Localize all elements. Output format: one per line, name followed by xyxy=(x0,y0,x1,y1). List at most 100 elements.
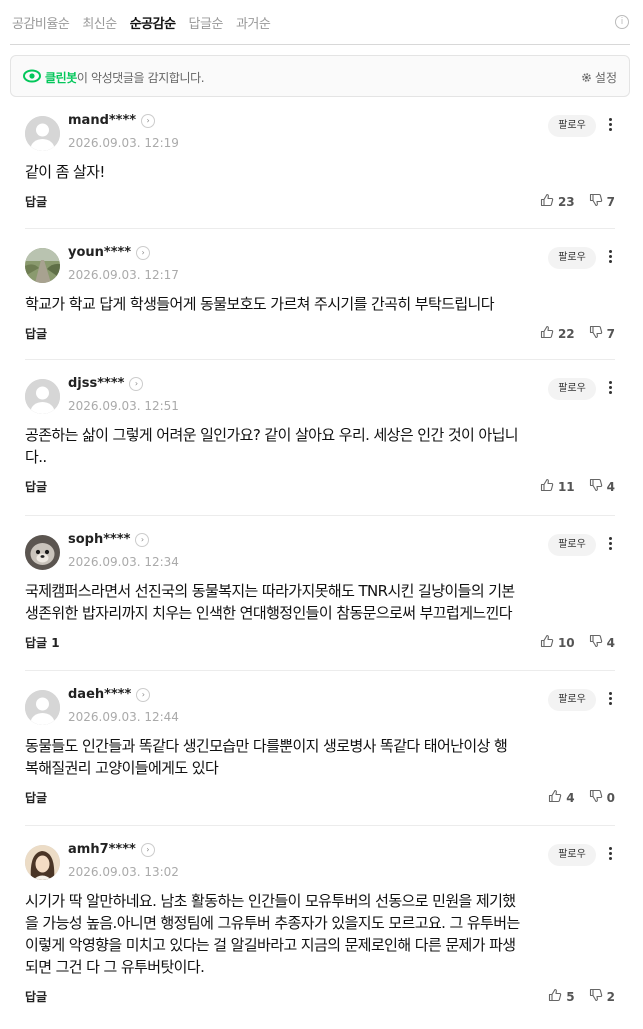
thumbs-down-icon xyxy=(589,325,603,342)
comment-date: 2026.09.03. 12:44 xyxy=(68,710,179,724)
thumbs-up-icon xyxy=(540,325,554,342)
reply-button[interactable]: 답글 xyxy=(25,325,47,342)
avatar[interactable] xyxy=(25,535,60,570)
dislike-count: 4 xyxy=(606,479,615,494)
sort-tab-oldest[interactable]: 과거순 xyxy=(236,13,271,32)
follow-button[interactable]: 팔로우 xyxy=(548,378,596,400)
dislike-button[interactable]: 2 xyxy=(589,988,615,1005)
username-text: soph**** xyxy=(68,532,131,547)
reply-button[interactable]: 답글 xyxy=(25,478,47,495)
like-button[interactable]: 4 xyxy=(548,789,575,806)
cleanbot-message: 클린봇이 악성댓글을 감지합니다. xyxy=(45,69,205,86)
vote-group: 10 4 xyxy=(540,634,615,651)
more-options-icon[interactable] xyxy=(603,535,617,553)
avatar[interactable] xyxy=(25,845,60,880)
avatar[interactable] xyxy=(25,248,60,283)
cleanbot-settings-button[interactable]: 설정 xyxy=(581,69,617,86)
gear-icon xyxy=(582,73,591,82)
chevron-right-icon[interactable]: › xyxy=(135,533,150,547)
comment-body: 동물들도 인간들과 똑같다 생긴모습만 다를뿐이지 생로병사 똑같다 태어난이상… xyxy=(25,737,508,777)
reply-button[interactable]: 답글 xyxy=(25,789,47,806)
dislike-count: 7 xyxy=(606,326,615,341)
avatar-default-icon xyxy=(25,116,60,151)
avatar[interactable] xyxy=(25,379,60,414)
comment-date: 2026.09.03. 12:19 xyxy=(68,136,179,150)
comment-username[interactable]: mand**** › xyxy=(68,113,156,128)
comment-divider xyxy=(25,359,615,360)
follow-button[interactable]: 팔로우 xyxy=(548,844,596,866)
comment-divider xyxy=(25,825,615,826)
chevron-right-icon[interactable]: › xyxy=(136,688,151,702)
follow-button[interactable]: 팔로우 xyxy=(548,115,596,137)
comment-body: 같이 좀 살자! xyxy=(25,163,105,181)
username-text: djss**** xyxy=(68,376,125,391)
comment-body: 학교가 학교 답게 학생들어게 동물보호도 가르쳐 주시기를 간곡히 부탁드립니… xyxy=(25,295,495,313)
dislike-button[interactable]: 4 xyxy=(589,478,615,495)
like-button[interactable]: 5 xyxy=(548,988,575,1005)
reply-button[interactable]: 답글 xyxy=(25,988,47,1005)
more-options-icon[interactable] xyxy=(603,845,617,863)
chevron-right-icon[interactable]: › xyxy=(140,843,155,857)
comment-date: 2026.09.03. 12:51 xyxy=(68,399,179,413)
avatar-default-icon xyxy=(25,379,60,414)
like-count: 4 xyxy=(566,790,575,805)
more-options-icon[interactable] xyxy=(603,116,617,134)
comment-username[interactable]: soph**** › xyxy=(68,532,150,547)
sort-tab-empathy-ratio[interactable]: 공감비율순 xyxy=(12,13,70,32)
comment-username[interactable]: daeh**** › xyxy=(68,687,151,702)
username-text: amh7**** xyxy=(68,842,136,857)
like-count: 10 xyxy=(557,635,575,650)
dislike-button[interactable]: 0 xyxy=(589,789,615,806)
dislike-button[interactable]: 7 xyxy=(589,325,615,342)
reply-button[interactable]: 답글 1 xyxy=(25,634,60,651)
follow-button[interactable]: 팔로우 xyxy=(548,534,596,556)
comment-username[interactable]: djss**** › xyxy=(68,376,144,391)
thumbs-up-icon xyxy=(548,988,562,1005)
like-count: 11 xyxy=(557,479,575,494)
comment-divider xyxy=(25,228,615,229)
comment-divider xyxy=(25,515,615,516)
chevron-right-icon[interactable]: › xyxy=(136,246,151,260)
avatar-photo-person-icon xyxy=(25,845,60,880)
dislike-button[interactable]: 4 xyxy=(589,634,615,651)
follow-button[interactable]: 팔로우 xyxy=(548,247,596,269)
chevron-right-icon[interactable]: › xyxy=(141,114,156,128)
sort-tab-net-empathy[interactable]: 순공감순 xyxy=(130,13,176,32)
dislike-count: 7 xyxy=(606,194,615,209)
dislike-button[interactable]: 7 xyxy=(589,193,615,210)
sort-tab-replies[interactable]: 답글순 xyxy=(189,13,224,32)
avatar[interactable] xyxy=(25,690,60,725)
dislike-count: 2 xyxy=(606,989,615,1004)
vote-group: 22 7 xyxy=(540,325,615,342)
thumbs-down-icon xyxy=(589,789,603,806)
like-button[interactable]: 10 xyxy=(540,634,575,651)
like-button[interactable]: 22 xyxy=(540,325,575,342)
cleanbot-brand: 클린봇 xyxy=(45,71,77,85)
info-icon[interactable]: i xyxy=(615,15,629,29)
follow-button[interactable]: 팔로우 xyxy=(548,689,596,711)
cleanbot-message-text: 이 악성댓글을 감지합니다. xyxy=(76,71,205,85)
cleanbot-eye-icon xyxy=(23,69,41,83)
more-options-icon[interactable] xyxy=(603,379,617,397)
comment-date: 2026.09.03. 12:17 xyxy=(68,268,179,282)
thumbs-down-icon xyxy=(589,478,603,495)
comment-username[interactable]: amh7**** › xyxy=(68,842,155,857)
comment-divider xyxy=(25,670,615,671)
cleanbot-settings-label: 설정 xyxy=(594,71,617,85)
username-text: daeh**** xyxy=(68,687,132,702)
vote-group: 23 7 xyxy=(540,193,615,210)
more-options-icon[interactable] xyxy=(603,690,617,708)
chevron-right-icon[interactable]: › xyxy=(129,377,144,391)
comment-body: 공존하는 삶이 그렇게 어려운 일인가요? 같이 살아요 우리. 세상은 인간 … xyxy=(25,426,519,466)
comment-body: 국제캠퍼스라면서 선진국의 동물복지는 따라가지못해도 TNR시킨 길냥이들의 … xyxy=(25,582,515,622)
thumbs-up-icon xyxy=(548,789,562,806)
avatar[interactable] xyxy=(25,116,60,151)
like-button[interactable]: 23 xyxy=(540,193,575,210)
cleanbot-notice: 클린봇이 악성댓글을 감지합니다. 설정 xyxy=(10,55,630,97)
sort-tab-latest[interactable]: 최신순 xyxy=(82,13,117,32)
reply-button[interactable]: 답글 xyxy=(25,193,47,210)
avatar-default-icon xyxy=(25,690,60,725)
more-options-icon[interactable] xyxy=(603,248,617,266)
like-button[interactable]: 11 xyxy=(540,478,575,495)
comment-username[interactable]: youn**** › xyxy=(68,245,151,260)
